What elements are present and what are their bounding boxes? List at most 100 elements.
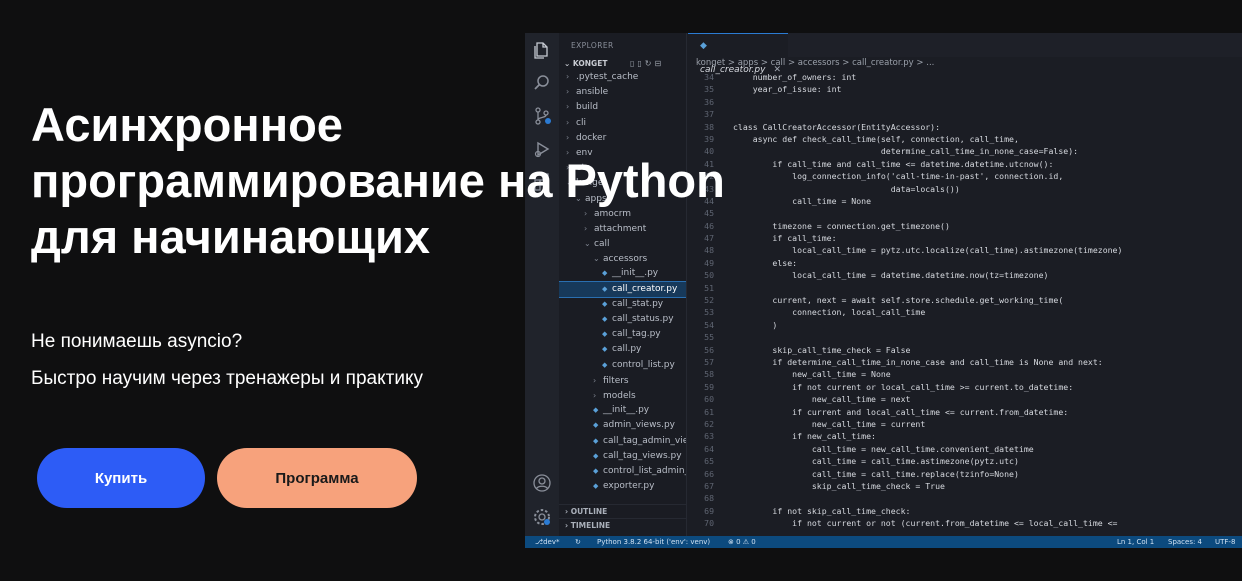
python-file-icon: ◆ [593, 406, 599, 415]
code-text: if current and local_call_time <= curren… [733, 406, 1069, 417]
tree-item-label: exporter.py [603, 481, 655, 492]
code-line: 44 call_time = None [688, 195, 1242, 207]
code-text: call_time = call_time.replace(tzinfo=Non… [733, 468, 1019, 479]
code-line: 62 new_call_time = current [688, 418, 1242, 430]
python-file-icon: ◆ [602, 299, 608, 308]
code-text: if not current or not (current.from_date… [733, 518, 1118, 529]
code-line: 53 connection, local_call_time [688, 306, 1242, 318]
code-text: current, next = await self.store.schedul… [733, 295, 1064, 306]
line-number: 69 [704, 505, 714, 516]
tree-item-label: control_list.py [612, 359, 675, 370]
line-number: 68 [704, 493, 714, 504]
code-line: 66 call_time = call_time.replace(tzinfo=… [688, 468, 1242, 480]
tree-item-label: .pytest_cache [576, 72, 639, 82]
code-text: log_connection_info('call-time-in-past',… [733, 171, 1064, 182]
buy-button[interactable]: Купить [37, 448, 205, 508]
code-line: 38 class CallCreatorAccessor(EntityAccess… [688, 121, 1242, 133]
code-line: 47 if call_time: [688, 232, 1242, 244]
tree-item-label: filters [603, 375, 629, 386]
editor-tabs: ◆ call_creator.py ✕ [688, 33, 1242, 75]
line-number: 54 [704, 319, 714, 330]
cursor-position: Ln 1, Col 1 [1117, 538, 1155, 546]
line-number: 58 [704, 369, 714, 380]
code-text: call_time = new_call_time.convenient_dat… [733, 443, 1034, 454]
line-number: 67 [704, 480, 714, 491]
code-line: 61 if current and local_call_time <= cur… [688, 406, 1242, 418]
tree-item-label: models [603, 390, 636, 401]
account-icon [532, 473, 552, 493]
code-line: 65 call_time = call_time.astimezone(pytz… [688, 455, 1242, 467]
tree-item-label: call_tag_admin_vie... [603, 435, 687, 446]
python-file-icon: ◆ [593, 451, 599, 460]
python-file-icon: ◆ [700, 41, 707, 51]
python-file-icon: ◆ [593, 482, 599, 491]
line-number: 60 [704, 394, 714, 405]
explorer-toolbar-icons: ▯▯↻⊟ [630, 59, 665, 68]
explorer-title: EXPLORER [571, 41, 614, 50]
code-text: timezone = connection.get_timezone() [733, 220, 950, 231]
code-line: 49 else: [688, 257, 1242, 269]
python-file-icon: ◆ [602, 360, 608, 369]
code-line: 52 current, next = await self.store.sche… [688, 294, 1242, 306]
code-text: number_of_owners: int [733, 72, 857, 82]
python-file-icon: ◆ [593, 466, 599, 475]
code-line: 45 [688, 207, 1242, 219]
tree-file: ◆ control_list_admin_... [559, 464, 686, 479]
breadcrumb: konget > apps > call > accessors > call_… [696, 58, 935, 68]
line-number: 64 [704, 443, 714, 454]
line-number: 63 [704, 431, 714, 442]
code-text: call_time = None [733, 195, 872, 206]
timeline-section: › TIMELINE [559, 518, 686, 532]
tree-item-label: call.py [612, 344, 642, 355]
line-number: 65 [704, 456, 714, 467]
code-text: local_call_time = pytz.utc.localize(call… [733, 245, 1123, 256]
tree-file: ◆ call_tag.py [559, 327, 686, 342]
code-text: if not current or local_call_time >= cur… [733, 381, 1074, 392]
tree-file: ◆ call_tag_admin_vie... [559, 434, 687, 449]
tree-item-label: call_tag.py [612, 329, 661, 340]
python-file-icon: ◆ [602, 315, 608, 323]
code-text: skip_call_time_check = True [733, 480, 945, 491]
code-text: determine_call_time_in_none_case=False): [733, 146, 1079, 157]
code-line: 37 [688, 108, 1242, 120]
line-number: 59 [704, 381, 714, 392]
line-number: 34 [704, 72, 714, 82]
code-line: 69 if not skip_call_time_check: [688, 505, 1242, 517]
code-line: 36 [688, 96, 1242, 108]
encoding-indicator: UTF-8 [1215, 538, 1236, 546]
tree-file: ◆ __init__.py [559, 403, 686, 418]
program-button[interactable]: Программа [217, 448, 417, 508]
tab-call-creator: ◆ call_creator.py ✕ [688, 33, 788, 75]
code-text: if determine_call_time_in_none_case and … [733, 356, 1103, 367]
code-line: 41 if call_time and call_time <= datetim… [688, 158, 1242, 170]
python-file-icon: ◆ [602, 345, 608, 354]
code-line: 34 number_of_owners: int [688, 71, 1242, 83]
gear-icon [532, 507, 552, 527]
tree-item-label: call_status.py [612, 314, 674, 324]
indentation-indicator: Spaces: 4 [1168, 538, 1203, 546]
tree-item-label: __init__.py [612, 268, 659, 279]
code-line: 68 [688, 492, 1242, 504]
tree-item-label: call_stat.py [612, 298, 664, 309]
code-text: async def check_call_time(self, connecti… [733, 133, 1019, 144]
tree-file: ◆ call_creator.py [559, 280, 686, 298]
code-line: 70 if not current or not (current.from_d… [688, 517, 1242, 529]
code-text: if not skip_call_time_check: [733, 505, 911, 516]
line-number: 70 [704, 518, 714, 529]
explorer-root-folder: ⌄ KONGET [564, 59, 608, 68]
outline-section: › OUTLINE [559, 504, 686, 518]
title-line-2: программирование на Python [31, 154, 725, 207]
search-icon [532, 73, 552, 93]
code-text: ) [733, 319, 778, 330]
tree-item-label: call_tag_views.py [603, 450, 682, 461]
code-line: 55 [688, 331, 1242, 343]
code-text: new_call_time = current [733, 418, 926, 429]
tree-folder: › models [559, 388, 686, 403]
tree-file: ◆ call_status.py [559, 312, 686, 327]
python-file-icon: ◆ [602, 284, 608, 293]
title-line-1: Асинхронное [31, 98, 343, 151]
tree-file: ◆ __init__.py [559, 266, 686, 281]
line-number: 35 [704, 84, 714, 95]
python-file-icon: ◆ [602, 330, 608, 339]
branch-indicator: ⎇ dev* [535, 538, 560, 546]
